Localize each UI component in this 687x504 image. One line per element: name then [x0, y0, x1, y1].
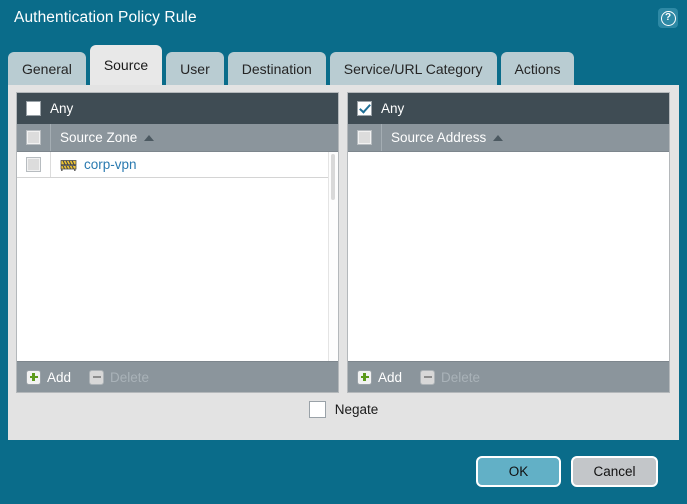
row-content: corp-vpn	[60, 157, 137, 172]
source-tab-panel: Any Source Zone corp-vpn Add Delete Any …	[8, 85, 679, 440]
source-zone-panel: Any Source Zone corp-vpn Add Delete	[16, 92, 339, 393]
source-zone-select-all-checkbox[interactable]	[26, 130, 41, 145]
source-zone-any-label: Any	[50, 101, 74, 116]
minus-icon	[89, 369, 105, 385]
source-address-toolbar: Add Delete	[348, 361, 669, 392]
authentication-policy-rule-dialog: Authentication Policy Rule ? General Sou…	[0, 0, 687, 504]
ok-button[interactable]: OK	[476, 456, 561, 487]
tab-user[interactable]: User	[166, 52, 224, 85]
tab-general[interactable]: General	[8, 52, 86, 85]
zone-barrier-icon	[60, 159, 77, 171]
source-address-add-button[interactable]: Add	[357, 369, 403, 385]
source-zone-column-title-wrap[interactable]: Source Zone	[50, 124, 155, 151]
source-address-column-title-wrap[interactable]: Source Address	[381, 124, 504, 151]
source-address-any-checkbox[interactable]	[357, 101, 372, 116]
minus-icon	[420, 369, 436, 385]
source-address-add-label: Add	[378, 369, 403, 385]
negate-label: Negate	[334, 402, 379, 417]
cancel-button[interactable]: Cancel	[571, 456, 658, 487]
help-glyph: ?	[660, 10, 676, 26]
dialog-titlebar: Authentication Policy Rule ?	[0, 0, 687, 42]
plus-icon	[26, 369, 41, 385]
source-zone-column-header: Source Zone	[17, 124, 338, 152]
source-zone-scrollbar[interactable]	[328, 152, 338, 361]
tab-bar: General Source User Destination Service/…	[8, 45, 578, 85]
source-address-column-header: Source Address	[348, 124, 669, 152]
panels-container: Any Source Zone corp-vpn Add Delete Any …	[16, 92, 671, 393]
table-row[interactable]: corp-vpn	[17, 152, 338, 178]
source-zone-row-checkbox[interactable]	[26, 157, 41, 172]
sort-ascending-icon[interactable]	[493, 134, 504, 141]
source-zone-add-button[interactable]: Add	[26, 369, 72, 385]
scrollbar-thumb[interactable]	[331, 154, 335, 200]
source-zone-any-row[interactable]: Any	[17, 93, 338, 124]
source-address-select-all-checkbox[interactable]	[357, 130, 372, 145]
source-address-column-title: Source Address	[391, 130, 487, 145]
source-address-delete-label: Delete	[441, 369, 481, 385]
tab-service-url-category[interactable]: Service/URL Category	[329, 52, 497, 85]
source-zone-any-checkbox[interactable]	[26, 101, 41, 116]
row-checkbox-cell[interactable]	[26, 152, 51, 177]
source-address-delete-button[interactable]: Delete	[420, 369, 481, 385]
negate-checkbox[interactable]	[308, 401, 326, 418]
source-zone-delete-label: Delete	[110, 369, 150, 385]
source-zone-add-label: Add	[47, 369, 72, 385]
dialog-title: Authentication Policy Rule	[14, 9, 197, 26]
source-zone-toolbar: Add Delete	[17, 361, 338, 392]
source-zone-list[interactable]: corp-vpn	[17, 152, 338, 361]
negate-row: Negate	[8, 401, 679, 418]
source-address-any-row[interactable]: Any	[348, 93, 669, 124]
source-address-any-label: Any	[381, 101, 405, 116]
source-address-panel: Any Source Address Add Delete	[347, 92, 670, 393]
sort-ascending-icon[interactable]	[144, 134, 155, 141]
tab-actions[interactable]: Actions	[500, 52, 575, 85]
source-zone-row-label[interactable]: corp-vpn	[84, 157, 137, 172]
help-circle-icon[interactable]: ?	[658, 8, 678, 28]
source-address-list[interactable]	[348, 152, 669, 361]
dialog-footer: OK Cancel	[0, 440, 687, 504]
plus-icon	[357, 369, 372, 385]
tab-destination[interactable]: Destination	[227, 52, 326, 85]
source-zone-column-title: Source Zone	[60, 130, 138, 145]
source-zone-delete-button[interactable]: Delete	[89, 369, 150, 385]
tab-source[interactable]: Source	[89, 45, 163, 85]
